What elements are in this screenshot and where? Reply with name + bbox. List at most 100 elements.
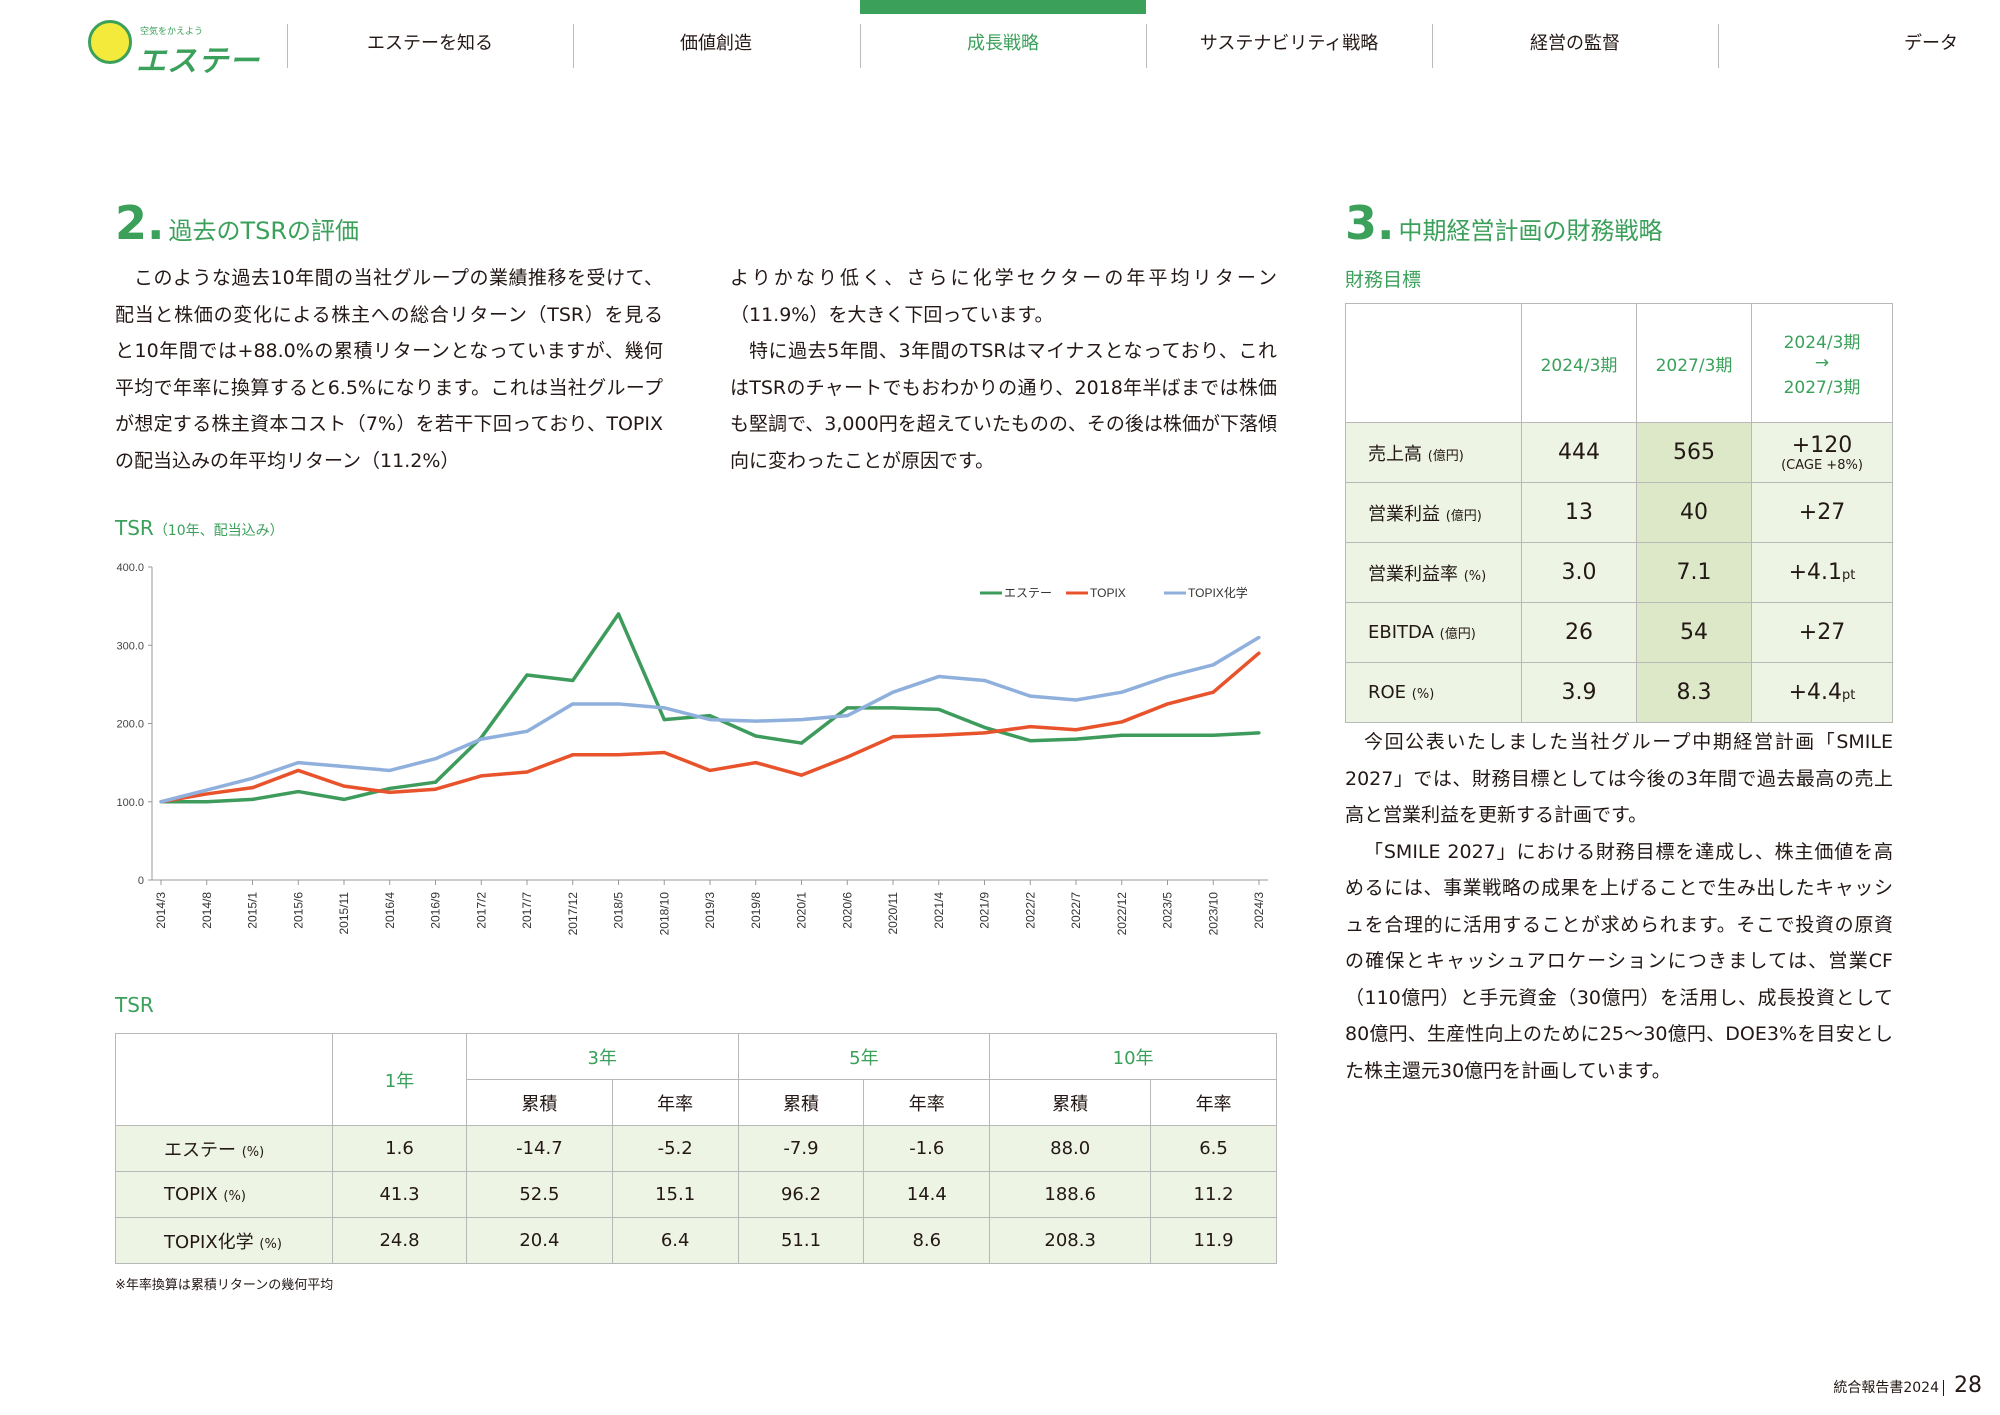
x-tick-label: 2020/6 [840,892,854,929]
data-point [479,737,483,741]
y-tick-label: 200.0 [116,719,144,731]
legend-label: TOPIX化学 [1188,585,1248,600]
table-corner [1345,303,1522,423]
data-point [982,731,987,735]
data-point [1074,728,1078,732]
data-point [662,717,666,722]
data-point [1165,674,1170,679]
chart-title-note: （10年、配当込み） [153,523,284,539]
active-tab-indicator [860,0,1146,14]
table-cell: 444 [1521,422,1637,483]
footer-separator [1943,1380,1944,1396]
data-point [205,788,209,792]
data-point [708,768,712,773]
data-point [1257,731,1261,735]
y-tick-label: 0 [138,875,144,887]
table-row: 営業利益率 (%) 3.0 7.1 +4.1pt [1345,542,1893,603]
data-point [1120,733,1124,737]
data-point [342,784,346,788]
data-point [205,800,209,804]
table-row: ROE (%) 3.9 8.3 +4.4pt [1345,662,1893,723]
row-unit: (%) [223,1189,246,1204]
table-cell: 3.9 [1521,662,1637,723]
data-point [616,753,621,757]
x-tick-label: 2024/3 [1252,892,1266,929]
table-cell: -1.6 [863,1125,991,1172]
change-value: +120 [1791,432,1853,458]
table-cell: -7.9 [737,1125,865,1172]
page-footer: 統合報告書2024 28 [1833,1373,1982,1398]
data-point [296,761,300,765]
table-cell: 1.6 [332,1125,467,1172]
sub-header-annual: 年率 [1150,1079,1277,1126]
data-point [982,725,987,730]
data-point [662,750,666,755]
row-unit: (億円) [1439,627,1476,642]
table-cell: 11.2 [1150,1171,1277,1218]
y-tick-label: 300.0 [116,640,144,652]
paragraph: 「SMILE 2027」における財務目標を達成し、株主価値を高めるには、事業戦略… [1345,840,1893,1082]
x-tick-label: 2015/1 [246,892,260,929]
data-point [662,706,666,710]
row-label-text: EBITDA [1368,622,1434,643]
x-tick-label: 2022/7 [1069,892,1083,929]
nav-item-governance[interactable]: 経営の監督 [1432,24,1718,64]
change-value: +4.4 [1788,680,1843,705]
data-point [388,768,392,773]
data-point [937,707,941,712]
paragraph: 特に過去5年間、3年間のTSRはマイナスとなっており、これはTSRのチャートでも… [730,340,1277,472]
table-cell: 40 [1636,482,1752,543]
table-cell: 88.0 [989,1125,1152,1172]
page-number: 28 [1954,1373,1982,1398]
data-point [1028,725,1032,729]
data-point [250,797,255,802]
nav-item-about[interactable]: エステーを知る [287,24,573,64]
table-cell: +120 (CAGE +8%) [1751,422,1893,483]
x-tick-label: 2018/10 [657,892,671,936]
data-point [296,789,300,794]
data-point [799,773,804,777]
logo[interactable]: 空気をかえよう エステー [88,14,259,79]
table-cell: -14.7 [466,1125,613,1172]
tsr-line-chart: 400.0 300.0 200.0 100.0 0 2014/3 2014/8 2015/1 2… [116,562,1268,936]
col-header-fy2027: 2027/3期 [1636,303,1752,423]
row-label: 売上高 (億円) [1345,422,1522,483]
sub-header-cumulative: 累積 [989,1079,1152,1126]
nav-item-data[interactable]: データ [1718,24,1958,64]
table-row: エステー (%) 1.6 -14.7 -5.2 -7.9 -1.6 88.0 6… [115,1125,1277,1172]
data-point [250,786,255,790]
footer-label: 統合報告書2024 [1833,1380,1939,1396]
table-cell: 20.4 [466,1217,613,1264]
section2-body-left: このような過去10年間の当社グループの業績推移を受けて、配当と株価の変化による株… [115,260,663,479]
nav-item-growth-strategy[interactable]: 成長戦略 [860,24,1146,64]
data-point [1257,635,1261,640]
x-tick-label: 2019/8 [749,892,763,929]
x-tick-label: 2020/11 [886,892,900,935]
row-label-text: 営業利益率 [1368,563,1458,585]
data-point [616,702,621,706]
x-tick-label: 2021/9 [978,892,992,929]
paragraph: このような過去10年間の当社グループの業績推移を受けて、配当と株価の変化による株… [115,267,663,472]
data-point [845,706,849,710]
x-tick-label: 2022/12 [1115,892,1129,936]
data-point [433,780,438,784]
table-footnote: ※年率換算は累積リターンの幾何平均 [115,1278,334,1293]
table-cell: 6.5 [1150,1125,1277,1172]
section2-number: 2. [115,196,165,250]
nav-item-sustainability[interactable]: サステナビリティ戦略 [1146,24,1432,64]
section3-body: 今回公表いたしました当社グループ中期経営計画「SMILE 2027」では、財務目… [1345,724,1893,1089]
y-tick-label: 400.0 [116,562,144,574]
table-cell: 52.5 [466,1171,613,1218]
paragraph: 今回公表いたしました当社グループ中期経営計画「SMILE 2027」では、財務目… [1345,731,1893,826]
col-header-5y: 5年 [737,1033,991,1080]
data-point [754,761,758,765]
data-point [342,797,346,802]
col-header-3y: 3年 [466,1033,739,1080]
legend-label: TOPIX [1090,586,1126,600]
change-suffix: pt [1842,688,1856,703]
tsr-table-title: TSR [115,993,154,1017]
table-cell: 14.4 [863,1171,991,1218]
nav-item-value-creation[interactable]: 価値創造 [573,24,859,64]
logo-name: エステー [136,44,260,79]
table-cell: 96.2 [737,1171,865,1218]
